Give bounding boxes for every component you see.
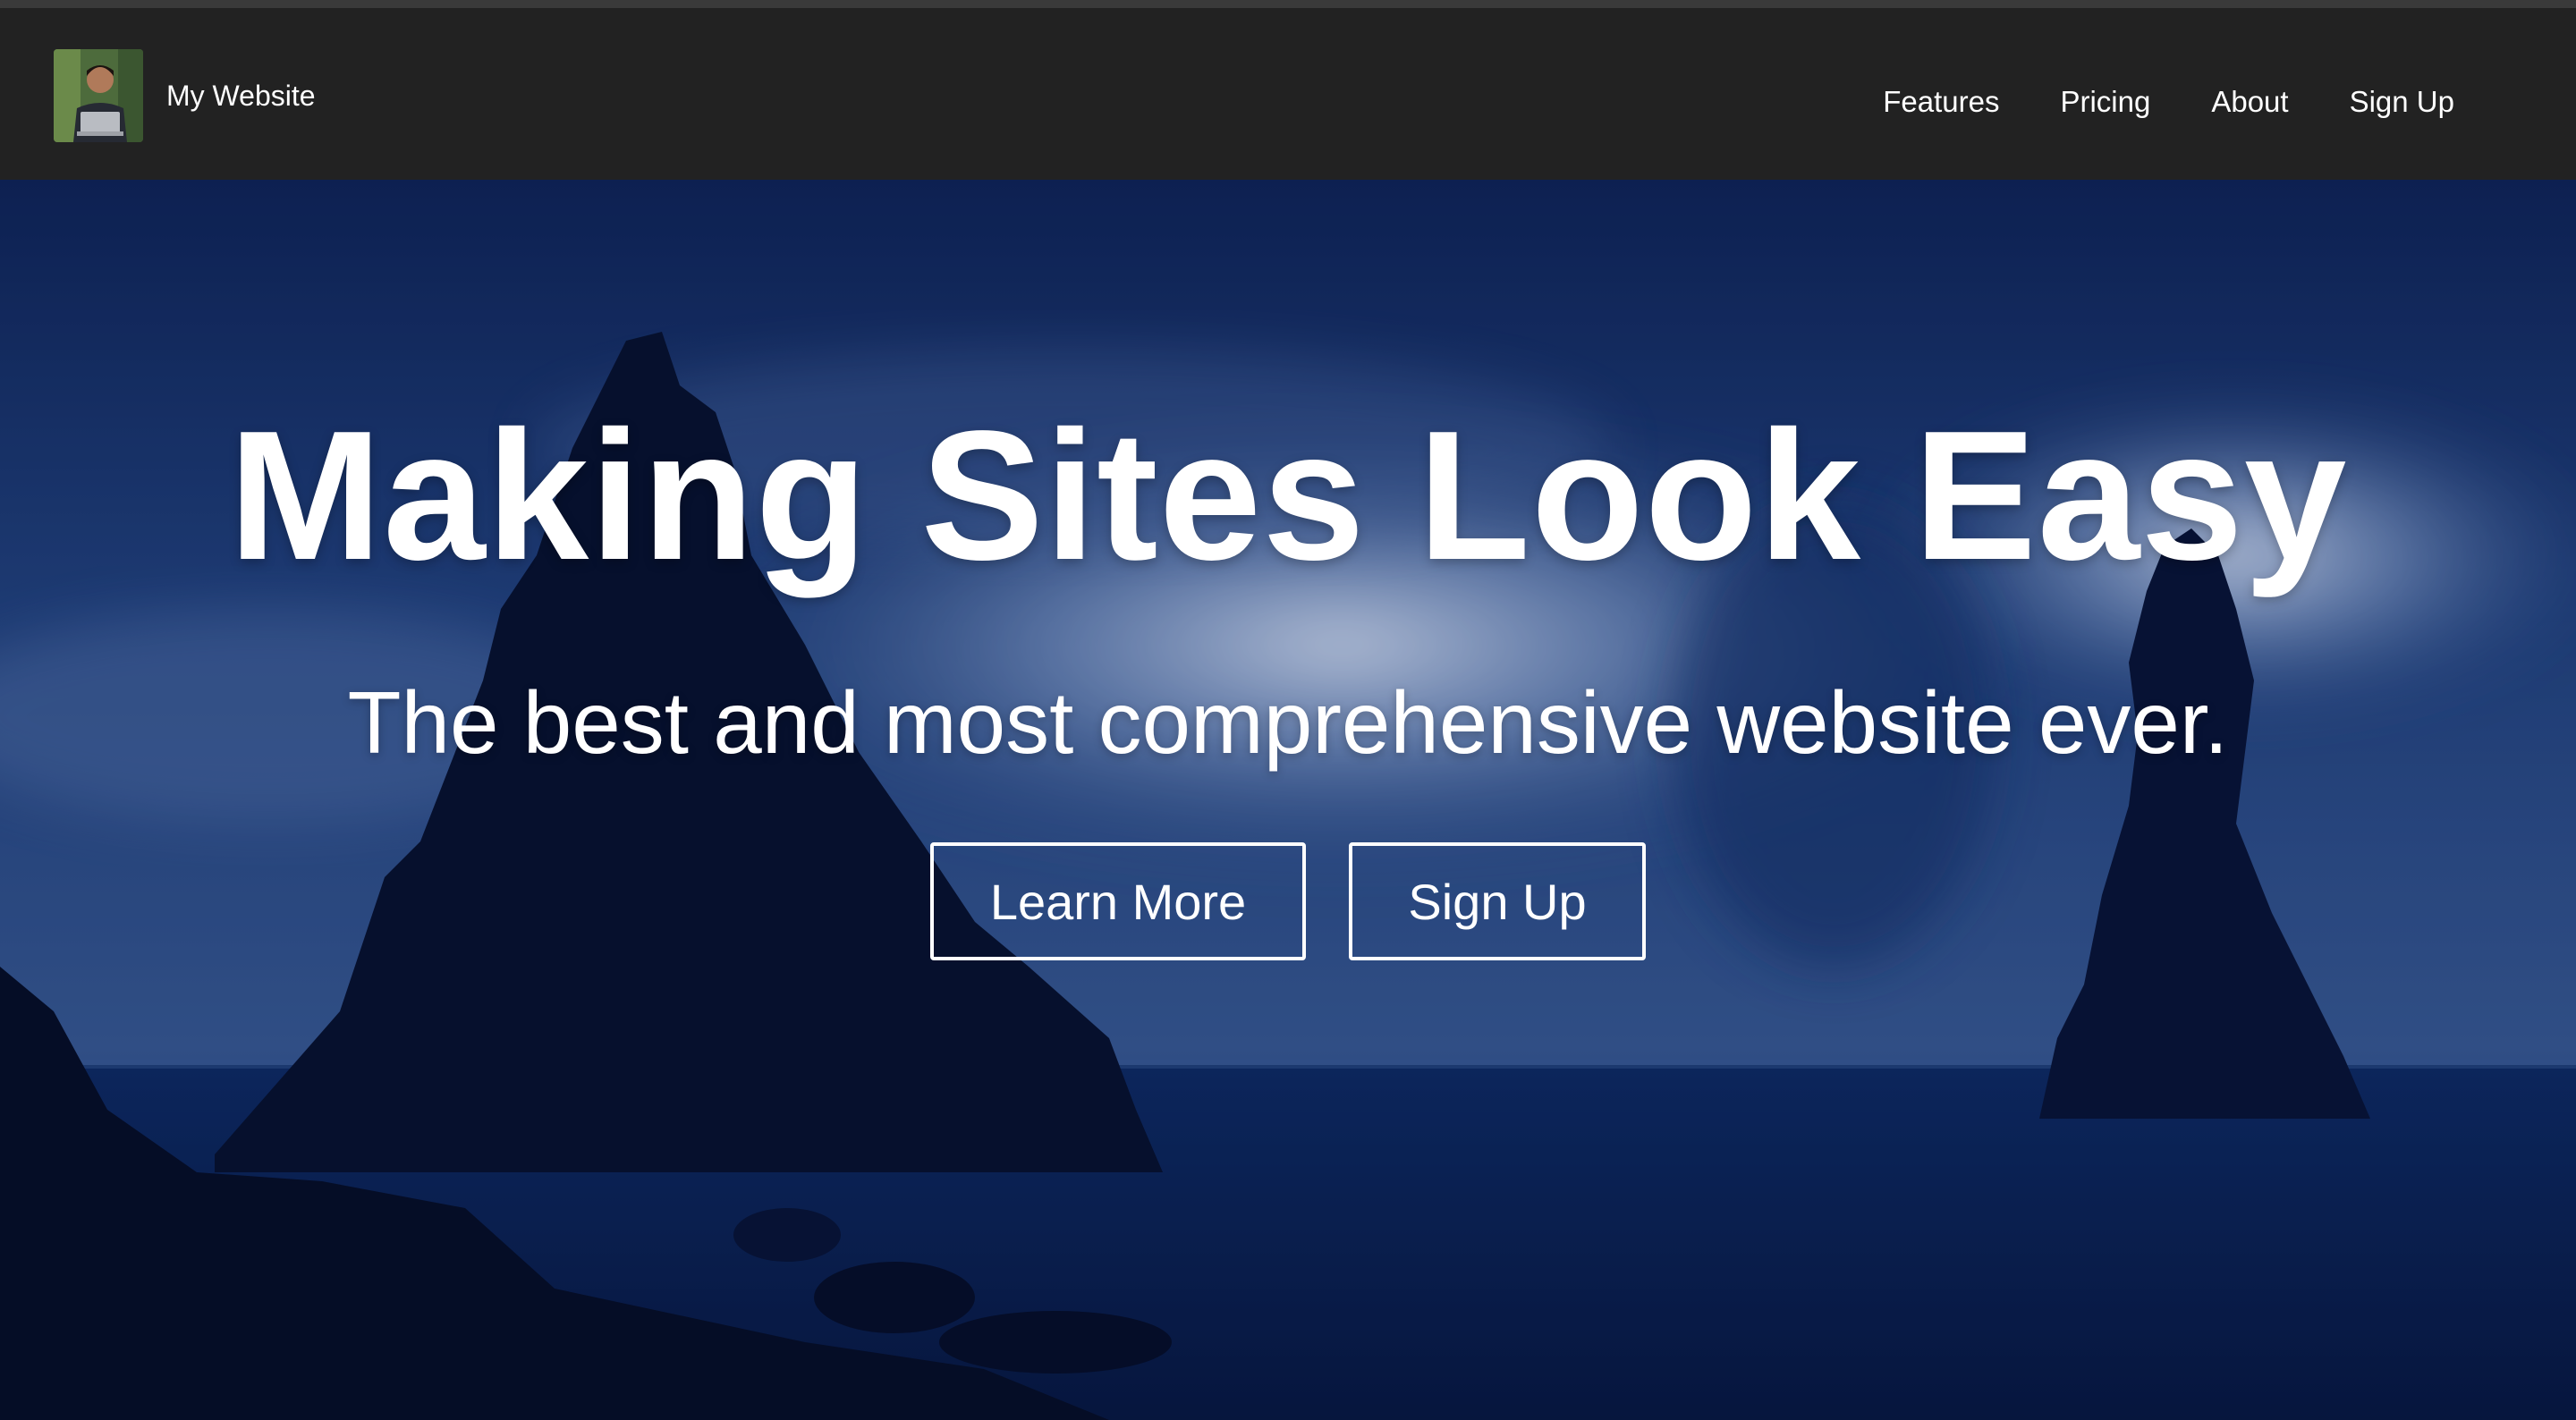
window-top-strip: [0, 0, 2576, 8]
brand-name[interactable]: My Website: [166, 80, 316, 113]
sign-up-button[interactable]: Sign Up: [1349, 842, 1646, 960]
nav-links: Features Pricing About Sign Up: [1822, 16, 2454, 188]
learn-more-button[interactable]: Learn More: [930, 842, 1306, 960]
avatar[interactable]: [54, 49, 143, 142]
hero-title: Making Sites Look Easy: [228, 393, 2348, 598]
hero-subtitle: The best and most comprehensive website …: [347, 673, 2229, 772]
nav-link-pricing[interactable]: Pricing: [2060, 85, 2150, 119]
nav-link-about[interactable]: About: [2211, 85, 2288, 119]
navbar: My Website Features Pricing About Sign U…: [0, 8, 2576, 180]
nav-link-sign-up[interactable]: Sign Up: [2350, 85, 2454, 119]
brand[interactable]: My Website: [54, 49, 316, 142]
hero-buttons: Learn More Sign Up: [0, 842, 2576, 960]
nav-link-features[interactable]: Features: [1883, 85, 1999, 119]
hero-background-image: [0, 180, 2576, 1420]
hero-section: Making Sites Look Easy The best and most…: [0, 180, 2576, 1420]
